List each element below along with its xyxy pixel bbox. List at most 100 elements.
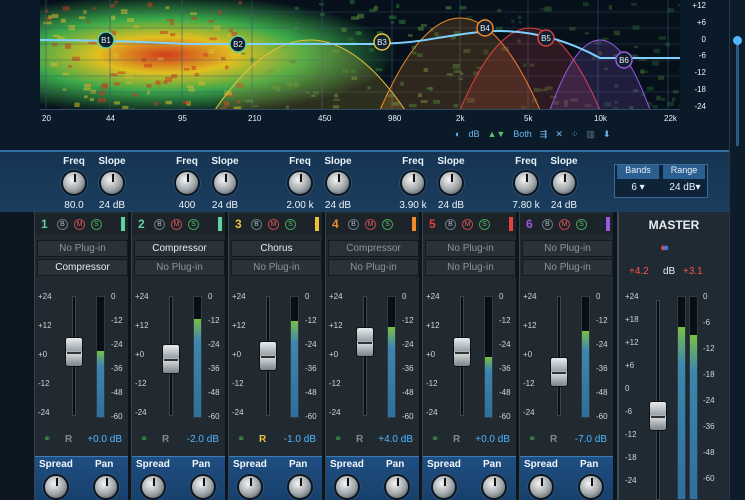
bypass-button[interactable]: B	[251, 219, 262, 230]
plugin-slot-1[interactable]: Compressor	[134, 240, 225, 257]
pan-knob[interactable]	[190, 474, 216, 500]
band-marker-1[interactable]: B1	[98, 32, 114, 48]
spectrogram-cell	[203, 53, 208, 56]
band-marker-4[interactable]: B4	[477, 20, 493, 36]
both-selector[interactable]: Both	[513, 129, 532, 139]
spread-knob[interactable]	[43, 474, 69, 500]
channel-fader[interactable]	[65, 337, 83, 367]
spectrogram-cell	[52, 14, 59, 18]
r-button[interactable]: R	[162, 434, 169, 445]
range-select[interactable]: 24 dB▾	[663, 182, 707, 196]
output-gain-handle[interactable]	[733, 36, 742, 45]
r-button[interactable]: R	[65, 434, 72, 445]
pan-knob[interactable]	[93, 474, 119, 500]
band-marker-3[interactable]: B3	[374, 34, 390, 50]
pan-knob[interactable]	[384, 474, 410, 500]
plugin-slot-1[interactable]: No Plug-in	[37, 240, 128, 257]
channel-fader[interactable]	[162, 344, 180, 374]
r-button[interactable]: R	[550, 434, 557, 445]
download-icon[interactable]: ⬇	[603, 129, 611, 140]
spectrogram-cell	[110, 73, 117, 76]
mute-button[interactable]: M	[365, 219, 376, 230]
link-icon[interactable]: ⚭	[431, 434, 439, 445]
r-button[interactable]: R	[259, 434, 266, 445]
filter-shape-icon[interactable]: ▲▼	[487, 129, 505, 139]
slope-knob[interactable]	[438, 170, 464, 196]
bypass-button[interactable]: B	[154, 219, 165, 230]
plugin-slot-1[interactable]: No Plug-in	[425, 240, 516, 257]
channel-fader[interactable]	[550, 357, 568, 387]
link-icon[interactable]: ●●	[660, 242, 669, 254]
tools-icon[interactable]: ✕	[555, 129, 563, 140]
freq-knob[interactable]	[61, 170, 87, 196]
pan-label: Pan	[192, 459, 210, 470]
spread-knob[interactable]	[431, 474, 457, 500]
spread-knob[interactable]	[140, 474, 166, 500]
freq-knob[interactable]	[513, 170, 539, 196]
plugin-slot-2[interactable]: No Plug-in	[328, 259, 419, 276]
link-icon[interactable]: ⚭	[43, 434, 51, 445]
band-marker-2[interactable]: B2	[230, 36, 246, 52]
bypass-button[interactable]: B	[542, 219, 553, 230]
link-icon[interactable]: ⚭	[334, 434, 342, 445]
band-marker-5[interactable]: B5	[538, 30, 554, 46]
spread-knob[interactable]	[528, 474, 554, 500]
solo-button[interactable]: S	[91, 219, 102, 230]
freq-knob[interactable]	[174, 170, 200, 196]
pan-knob[interactable]	[287, 474, 313, 500]
plugin-slot-2[interactable]: No Plug-in	[522, 259, 613, 276]
mute-button[interactable]: M	[559, 219, 570, 230]
channel-header: 5BMS	[423, 214, 516, 234]
slope-knob[interactable]	[99, 170, 125, 196]
mute-button[interactable]: M	[74, 219, 85, 230]
pan-knob[interactable]	[481, 474, 507, 500]
slope-knob[interactable]	[325, 170, 351, 196]
r-button[interactable]: R	[356, 434, 363, 445]
freq-knob[interactable]	[400, 170, 426, 196]
solo-button[interactable]: S	[188, 219, 199, 230]
trash-icon[interactable]: ▥	[586, 129, 595, 140]
band-marker-6[interactable]: B6	[616, 52, 632, 68]
mute-button[interactable]: M	[171, 219, 182, 230]
plugin-slot-1[interactable]: Compressor	[328, 240, 419, 257]
plugin-slot-2[interactable]: Compressor	[37, 259, 128, 276]
pan-knob[interactable]	[578, 474, 604, 500]
bypass-button[interactable]: B	[445, 219, 456, 230]
spread-knob[interactable]	[334, 474, 360, 500]
spectrogram-cell	[118, 71, 126, 74]
mute-button[interactable]: M	[268, 219, 279, 230]
bands-select[interactable]: 6 ▾	[617, 182, 659, 196]
plugin-slot-1[interactable]: No Plug-in	[522, 240, 613, 257]
slope-knob[interactable]	[212, 170, 238, 196]
routing-icon[interactable]: ⇶	[540, 129, 548, 140]
plugin-slot-1[interactable]: Chorus	[231, 240, 322, 257]
analyzer-icon[interactable]: ◐	[455, 129, 460, 139]
db-tick-label: -12	[682, 68, 706, 77]
bypass-button[interactable]: B	[57, 219, 68, 230]
link-icon[interactable]: ⚭	[237, 434, 245, 445]
slope-knob[interactable]	[551, 170, 577, 196]
plugin-slot-2[interactable]: No Plug-in	[134, 259, 225, 276]
spread-knob[interactable]	[237, 474, 263, 500]
range-label: Range	[663, 165, 705, 179]
link-icon[interactable]: ⚭	[528, 434, 536, 445]
meter-scale-label: -12	[499, 316, 511, 325]
nodes-icon[interactable]: ⁘	[571, 129, 579, 140]
freq-knob[interactable]	[287, 170, 313, 196]
plugin-slot-2[interactable]: No Plug-in	[231, 259, 322, 276]
channel-fader[interactable]	[356, 327, 374, 357]
r-button[interactable]: R	[453, 434, 460, 445]
solo-button[interactable]: S	[285, 219, 296, 230]
mute-button[interactable]: M	[462, 219, 473, 230]
solo-button[interactable]: S	[382, 219, 393, 230]
link-icon[interactable]: ⚭	[140, 434, 148, 445]
channel-fader[interactable]	[259, 341, 277, 371]
db-toggle[interactable]: dB	[468, 129, 479, 139]
solo-button[interactable]: S	[479, 219, 490, 230]
spectrum-plot[interactable]: B1 B2 B3 B4 B5 B6	[40, 0, 680, 110]
bypass-button[interactable]: B	[348, 219, 359, 230]
channel-fader[interactable]	[453, 337, 471, 367]
plugin-slot-2[interactable]: No Plug-in	[425, 259, 516, 276]
solo-button[interactable]: S	[576, 219, 587, 230]
master-fader[interactable]	[649, 401, 667, 431]
